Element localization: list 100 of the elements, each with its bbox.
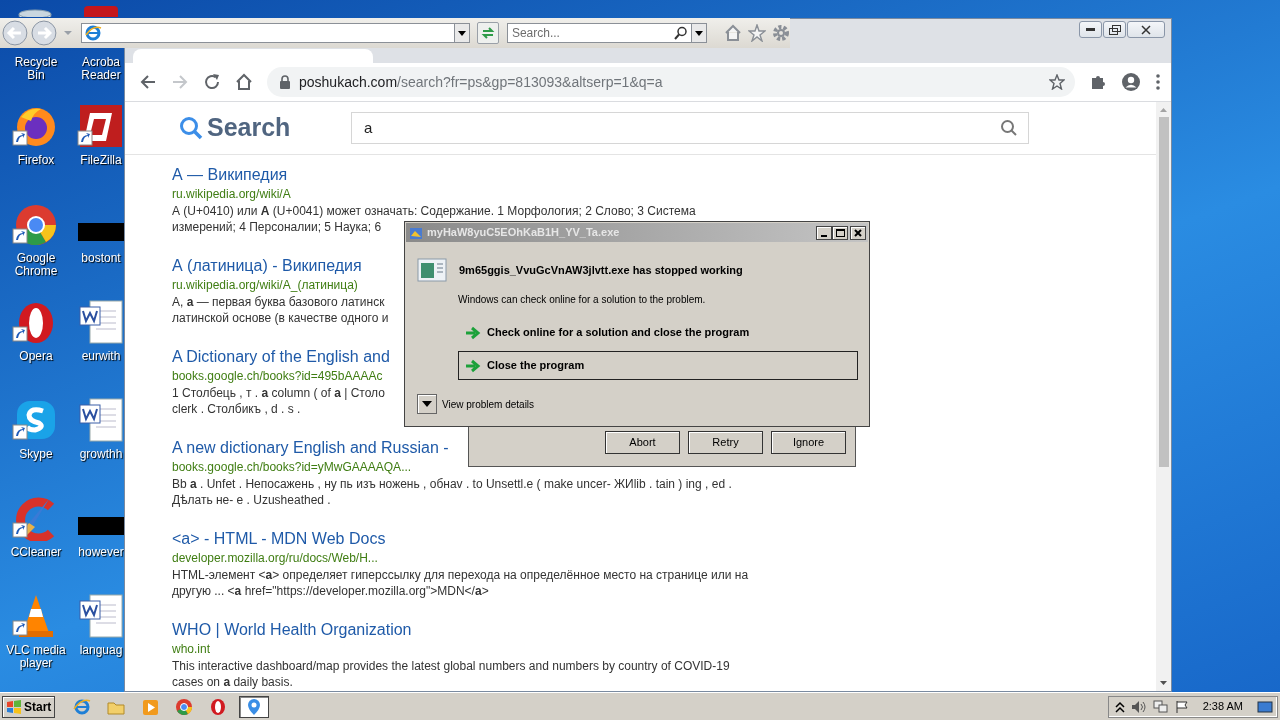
result-title-link[interactable]: <a> - HTML - MDN Web Docs bbox=[172, 529, 386, 549]
result-title-link[interactable]: A Dictionary of the English and bbox=[172, 347, 390, 367]
desktop-icon-label[interactable]: Skype bbox=[19, 448, 53, 461]
desktop-icon-label[interactable]: growthh bbox=[79, 448, 123, 461]
address-bar[interactable]: poshukach.com/search?fr=ps&gp=813093&altserp=1&q=a bbox=[267, 67, 1075, 97]
document-icon[interactable] bbox=[76, 397, 126, 443]
search-field[interactable]: Search... bbox=[506, 23, 707, 43]
dialog-message: Windows can check online for a solution to the problem. bbox=[458, 293, 707, 307]
arrow-icon bbox=[465, 358, 481, 373]
show-desktop-icon[interactable] bbox=[1257, 699, 1273, 714]
desktop-icon-label[interactable]: Acroba Reader bbox=[76, 56, 126, 82]
desktop-icon-label[interactable]: Google Chrome bbox=[6, 252, 66, 278]
document-icon[interactable] bbox=[76, 299, 126, 345]
document-icon[interactable] bbox=[76, 593, 126, 639]
desktop-icon-label[interactable]: languag bbox=[79, 644, 123, 657]
restore-icon bbox=[1108, 24, 1121, 35]
dropdown-button[interactable] bbox=[691, 24, 706, 42]
result-snippet: clerk . Столбикъ , d . s . bbox=[172, 401, 301, 417]
star-icon[interactable] bbox=[748, 24, 766, 42]
result-snippet: другую ... <a href="https://developer.mozilla.org">MDN</a> bbox=[172, 583, 489, 599]
caret-icon bbox=[458, 30, 466, 36]
result-title-link[interactable]: A new dictionary English and Russian - bbox=[172, 438, 449, 458]
puzzle-icon[interactable] bbox=[1089, 73, 1107, 91]
desktop-icon-label[interactable]: CCleaner bbox=[10, 546, 62, 559]
scroll-down-icon[interactable] bbox=[1159, 679, 1168, 687]
desktop-icon-label[interactable]: Firefox bbox=[17, 154, 55, 167]
result-title-link[interactable]: А — Википедия bbox=[172, 165, 288, 185]
desktop-icon-label[interactable]: Opera bbox=[19, 350, 53, 363]
result-title-link[interactable]: А (латиница) - Википедия bbox=[172, 256, 362, 276]
arrow-icon bbox=[465, 325, 481, 340]
url-text: poshukach.com/search?fr=ps&gp=813093&altserp=1&q=a bbox=[299, 72, 664, 92]
minimize-button[interactable] bbox=[816, 225, 832, 240]
program-window-icon bbox=[417, 258, 447, 282]
home-icon[interactable] bbox=[235, 73, 253, 91]
address-field[interactable] bbox=[80, 23, 470, 43]
clock[interactable]: 2:38 AM bbox=[1202, 698, 1243, 715]
result-url: ru.wikipedia.org/wiki/A_(латиница) bbox=[172, 277, 358, 294]
dropdown-button[interactable] bbox=[454, 24, 469, 42]
dialog-button[interactable]: Abort bbox=[605, 431, 680, 454]
menu-icon[interactable] bbox=[1155, 73, 1161, 91]
dialog-button[interactable]: Ignore bbox=[771, 431, 846, 454]
lock-icon bbox=[279, 75, 291, 89]
result-url: books.google.ch/books?id=495bAAAAc bbox=[172, 368, 383, 385]
star-icon[interactable] bbox=[1049, 74, 1065, 90]
desktop-icon-label[interactable]: FileZilla bbox=[80, 154, 122, 167]
desktop-icon-label[interactable]: VLC media player bbox=[6, 644, 66, 670]
close-button[interactable] bbox=[1127, 21, 1165, 38]
dialog-button[interactable]: Retry bbox=[688, 431, 763, 454]
globe-e-icon bbox=[83, 25, 102, 41]
reload-icon[interactable] bbox=[203, 73, 221, 91]
details-toggle-label[interactable]: View problem details bbox=[442, 396, 535, 412]
speaker-icon[interactable] bbox=[1130, 699, 1147, 714]
home-icon[interactable] bbox=[724, 24, 742, 42]
result-snippet: Bb a . Unfet . Непосажень , ну пь изъ ножень , обнаv . to Unsettl.e ( make uncer- ЖИlib . tain ) ing , ed . bbox=[172, 476, 732, 492]
result-snippet: латинской основе (в качестве одного и bbox=[172, 310, 389, 326]
start-button[interactable]: Start bbox=[2, 695, 56, 718]
result-url: books.google.ch/books?id=yMwGAAAAQA... bbox=[172, 459, 412, 476]
back-icon[interactable] bbox=[139, 73, 157, 91]
profile-icon[interactable] bbox=[1121, 72, 1141, 92]
network-icon[interactable] bbox=[1152, 699, 1169, 714]
desktop-icon-label[interactable]: however bbox=[78, 546, 124, 559]
result-snippet: измерений; 4 Персоналии; 5 Наука; 6 bbox=[172, 219, 382, 235]
windows-flag-icon bbox=[6, 699, 22, 714]
desktop-icon-label[interactable]: eurwith bbox=[81, 350, 121, 363]
forward-icon[interactable] bbox=[30, 20, 57, 46]
result-url: who.int bbox=[172, 641, 211, 658]
chevron-up-icon[interactable] bbox=[1114, 700, 1125, 713]
scrollbar-thumb[interactable] bbox=[1158, 117, 1169, 467]
search-icon[interactable] bbox=[674, 26, 688, 40]
search-field[interactable]: a bbox=[351, 112, 1029, 144]
close-button[interactable] bbox=[850, 225, 866, 240]
desktop-icon-label[interactable]: bostont bbox=[81, 252, 121, 265]
maximize-button[interactable] bbox=[832, 225, 848, 240]
search-logo-icon bbox=[179, 116, 203, 140]
tri-color-ring-icon bbox=[174, 696, 195, 717]
site-logo[interactable]: Search bbox=[207, 109, 291, 147]
refresh-arrows-icon bbox=[480, 26, 495, 40]
result-url: developer.mozilla.org/ru/docs/Web/H... bbox=[172, 550, 378, 567]
minimize-button[interactable] bbox=[1079, 21, 1102, 38]
back-icon[interactable] bbox=[2, 20, 28, 46]
maximize-icon bbox=[835, 228, 845, 237]
minimize-icon bbox=[1086, 28, 1095, 31]
expand-button[interactable] bbox=[417, 394, 437, 414]
command-link[interactable]: Check online for a solution and close the program bbox=[458, 318, 858, 347]
window-title: myHaW8yuC5EOhKaB1H_YV_Ta.exe bbox=[427, 225, 621, 241]
minimize-icon bbox=[821, 234, 827, 237]
taskbar-button[interactable] bbox=[239, 695, 270, 718]
command-link[interactable]: Close the program bbox=[458, 351, 858, 380]
close-icon bbox=[1141, 24, 1151, 35]
refresh-button[interactable] bbox=[477, 22, 499, 44]
dialog-heading: 9m65ggis_VvuGcVnAW3jlvtt.exe has stopped working bbox=[459, 262, 743, 278]
result-snippet: 1 Столбець , т . а column ( of a | Столо bbox=[172, 385, 385, 401]
result-snippet: А, а — первая буква базового латинск bbox=[172, 294, 385, 310]
result-title-link[interactable]: WHO | World Health Organization bbox=[172, 620, 412, 640]
maximize-button[interactable] bbox=[1103, 21, 1126, 38]
result-snippet: cases on a daily basis. bbox=[172, 674, 293, 690]
desktop-icon-label[interactable]: Recycle Bin bbox=[6, 56, 66, 82]
settings-icon[interactable] bbox=[772, 24, 790, 42]
flag-icon[interactable] bbox=[1174, 699, 1189, 714]
scrollbar[interactable] bbox=[1156, 102, 1171, 691]
